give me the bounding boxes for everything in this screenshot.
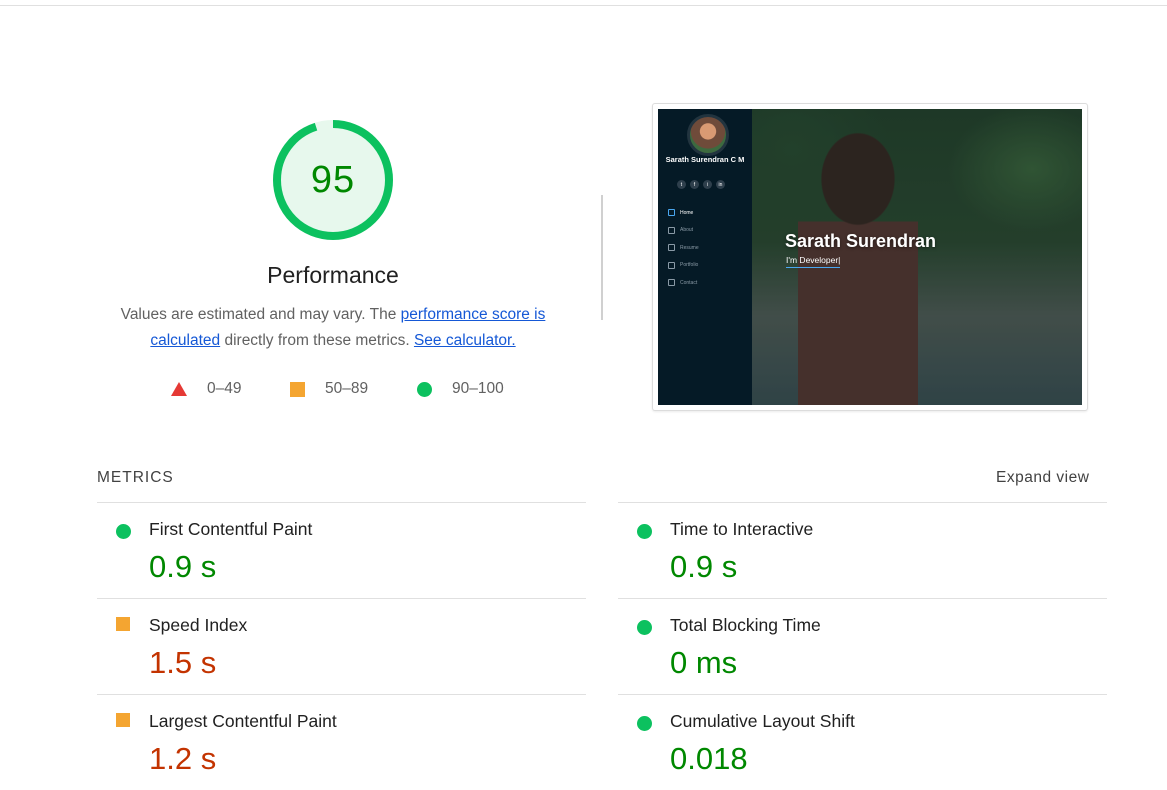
metric-largest-contentful-paint: Largest Contentful Paint 1.2 s	[97, 694, 586, 790]
metric-value: 0 ms	[670, 645, 738, 680]
metrics-left-column: First Contentful Paint 0.9 s Speed Index…	[97, 502, 586, 790]
metric-title: Speed Index	[149, 615, 248, 635]
gauge-description: Values are estimated and may vary. The p…	[108, 302, 558, 354]
twitter-icon: t	[677, 180, 686, 189]
desc-text-1: Values are estimated and may vary. The	[120, 306, 401, 323]
metric-time-to-interactive: Time to Interactive 0.9 s	[618, 502, 1107, 598]
nav-label: Portfolio	[680, 262, 699, 269]
nav-label: Home	[680, 209, 694, 216]
top-divider	[0, 5, 1167, 6]
legend-fail-label: 0–49	[207, 380, 242, 397]
avatar	[687, 114, 729, 156]
desc-text-2: directly from these metrics.	[220, 332, 414, 349]
final-screenshot-frame[interactable]: Sarath Surendran C M t f i in Home About…	[652, 103, 1088, 411]
metrics-header: METRICS	[97, 469, 174, 486]
average-square-icon	[116, 713, 130, 727]
site-nav-resume: Resume	[668, 239, 699, 257]
triangle-icon	[171, 382, 187, 396]
site-nav-about: About	[668, 222, 699, 240]
metrics-right-column: Time to Interactive 0.9 s Total Blocking…	[618, 502, 1107, 790]
legend-average-label: 50–89	[325, 380, 369, 397]
gauge-title: Performance	[267, 262, 399, 288]
linkedin-icon: in	[716, 180, 725, 189]
site-owner-name: Sarath Surendran C M	[665, 155, 745, 164]
pass-circle-icon	[637, 620, 652, 635]
nav-label: Resume	[680, 244, 699, 251]
site-sidebar: Sarath Surendran C M t f i in Home About…	[658, 109, 752, 405]
legend-average: 50–89	[290, 380, 368, 398]
site-nav-contact: Contact	[668, 274, 699, 292]
performance-score: 95	[310, 158, 356, 201]
pass-circle-icon	[637, 524, 652, 539]
site-nav-home: Home	[668, 204, 699, 222]
metric-title: Total Blocking Time	[670, 615, 821, 635]
nav-label: About	[680, 227, 694, 234]
metric-total-blocking-time: Total Blocking Time 0 ms	[618, 598, 1107, 694]
vertical-divider	[601, 195, 603, 320]
instagram-icon: i	[703, 180, 712, 189]
metric-title: Cumulative Layout Shift	[670, 711, 855, 731]
pass-circle-icon	[116, 524, 131, 539]
grid-icon	[668, 261, 675, 269]
document-icon	[668, 244, 675, 252]
metric-title: Largest Contentful Paint	[149, 711, 337, 731]
site-nav-portfolio: Portfolio	[668, 257, 699, 275]
social-links: t f i in	[677, 180, 725, 189]
legend-pass: 90–100	[417, 380, 504, 398]
metric-cumulative-layout-shift: Cumulative Layout Shift 0.018	[618, 694, 1107, 790]
expand-view-button[interactable]: Expand view	[996, 469, 1089, 487]
hero-name: Sarath Surendran	[785, 231, 937, 251]
user-icon	[668, 226, 675, 234]
legend-pass-label: 90–100	[452, 380, 504, 397]
average-square-icon	[116, 617, 130, 631]
square-icon	[290, 381, 305, 397]
metric-first-contentful-paint: First Contentful Paint 0.9 s	[97, 502, 586, 598]
circle-icon	[417, 381, 432, 397]
metric-value: 0.018	[670, 741, 748, 776]
metric-value: 0.9 s	[670, 549, 738, 584]
hero-role: I'm Developer|	[786, 255, 841, 268]
pass-circle-icon	[637, 716, 652, 731]
nav-label: Contact	[680, 279, 698, 286]
mail-icon	[668, 279, 675, 287]
metric-title: First Contentful Paint	[149, 519, 313, 539]
legend-fail: 0–49	[171, 380, 241, 398]
metric-value: 1.2 s	[149, 741, 217, 776]
metric-speed-index: Speed Index 1.5 s	[97, 598, 586, 694]
metric-value: 0.9 s	[149, 549, 217, 584]
facebook-icon: f	[690, 180, 699, 189]
see-calculator-link[interactable]: See calculator.	[414, 332, 516, 349]
site-nav: Home About Resume Portfolio Contact	[668, 204, 699, 292]
performance-gauge[interactable]: 95	[269, 116, 397, 244]
metric-value: 1.5 s	[149, 645, 217, 680]
final-screenshot: Sarath Surendran C M t f i in Home About…	[658, 109, 1082, 405]
metric-title: Time to Interactive	[670, 519, 814, 539]
home-icon	[668, 209, 675, 217]
